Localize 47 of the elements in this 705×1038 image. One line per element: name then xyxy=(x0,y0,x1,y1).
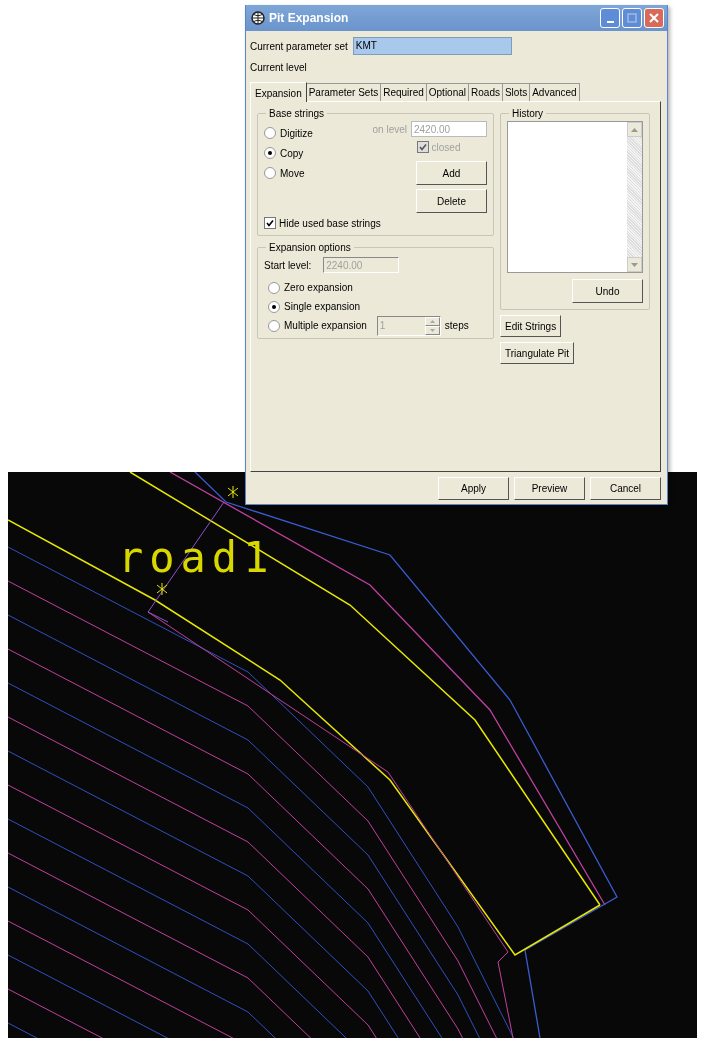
action-button[interactable]: Add xyxy=(416,161,487,185)
parameter-set-label: Current parameter set xyxy=(250,40,348,52)
asterisk-icon xyxy=(156,582,168,596)
scrollbar[interactable] xyxy=(627,122,642,272)
radio-option[interactable]: Single expansion xyxy=(268,300,361,313)
radio-option[interactable]: Multiple expansion xyxy=(268,319,367,332)
up-arrow-icon xyxy=(631,127,638,132)
asterisk-icon xyxy=(227,485,239,499)
history-list[interactable] xyxy=(507,121,643,273)
close-icon xyxy=(649,13,659,23)
on-level-label: on level xyxy=(372,123,407,135)
down-arrow-icon xyxy=(429,328,435,332)
radio-option[interactable]: Move xyxy=(264,167,313,179)
minimize-button[interactable] xyxy=(600,8,620,28)
parameter-set-field[interactable]: KMT xyxy=(352,37,512,55)
radio-option[interactable]: Copy xyxy=(264,147,313,159)
current-level-label: Current level xyxy=(250,61,307,73)
up-arrow-icon xyxy=(429,319,435,323)
action-button[interactable]: Triangulate Pit xyxy=(500,342,575,364)
tab[interactable]: Required xyxy=(380,83,427,101)
group-title: Base strings xyxy=(268,108,326,119)
road-label: road1 xyxy=(118,533,275,582)
group-title: History xyxy=(511,108,545,119)
tab[interactable]: Advanced xyxy=(529,83,580,101)
footer-button[interactable]: Cancel xyxy=(590,477,661,500)
action-button[interactable]: Edit Strings xyxy=(500,315,562,337)
radio-option[interactable]: Digitize xyxy=(264,127,313,139)
window-title: Pit Expansion xyxy=(269,11,350,25)
close-button[interactable] xyxy=(644,8,664,28)
minimize-icon xyxy=(606,21,614,23)
globe-icon xyxy=(251,11,265,25)
undo-button[interactable]: Undo xyxy=(572,279,643,303)
steps-label: steps xyxy=(444,320,469,331)
check-icon xyxy=(418,143,427,151)
tab[interactable]: Expansion xyxy=(250,82,307,102)
maximize-icon xyxy=(627,13,637,23)
group-title: Expansion options xyxy=(268,242,352,253)
check-icon xyxy=(266,219,274,227)
maximize-button[interactable] xyxy=(622,8,642,28)
footer-button[interactable]: Apply xyxy=(438,477,509,500)
radio-option[interactable]: Zero expansion xyxy=(268,281,353,294)
tab[interactable]: Optional xyxy=(425,83,470,101)
hide-used-checkbox[interactable]: Hide used base strings xyxy=(264,217,381,229)
footer-button[interactable]: Preview xyxy=(514,477,585,500)
start-level-label: Start level: xyxy=(264,259,312,271)
action-button[interactable]: Delete xyxy=(416,189,487,213)
down-arrow-icon xyxy=(631,262,638,267)
